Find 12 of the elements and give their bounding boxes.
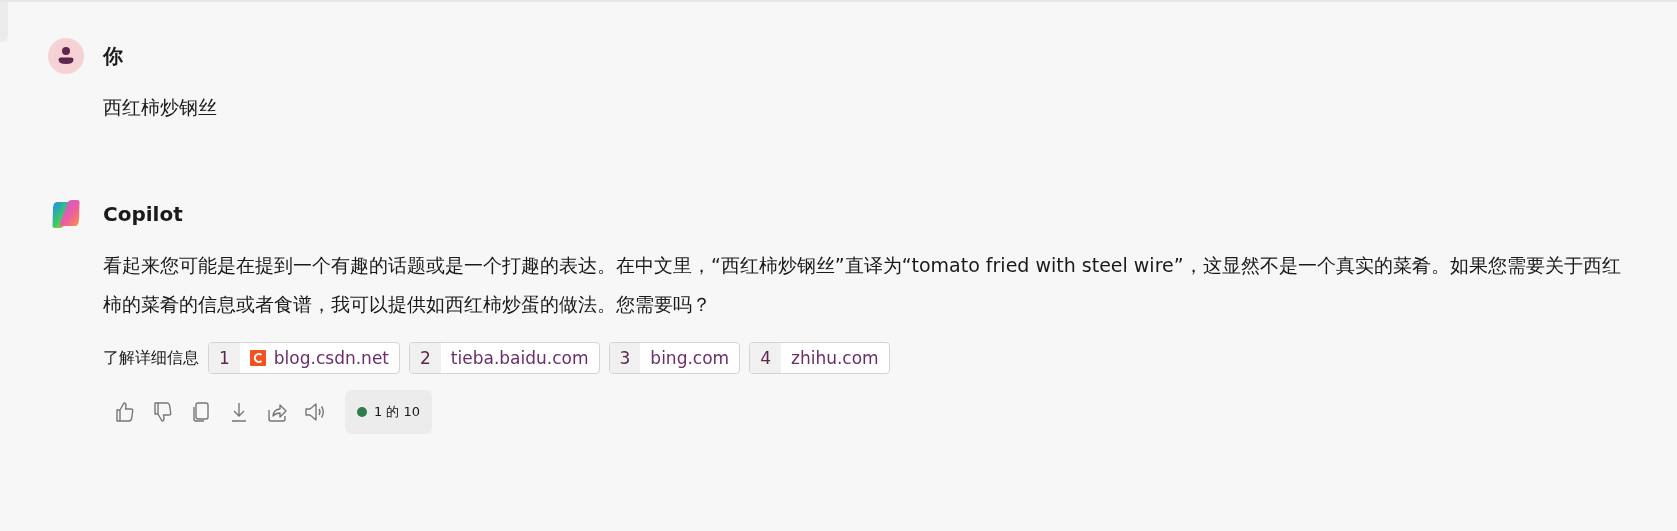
speaker-icon[interactable] bbox=[303, 400, 327, 424]
source-link[interactable]: 3 bing.com bbox=[608, 342, 741, 374]
response-counter[interactable]: 1 的 10 bbox=[345, 390, 433, 434]
message-text: 看起来您可能是在提到一个有趣的话题或是一个打趣的表达。在中文里，“西红柿炒钢丝”直译为“tomato fried with steel wire”，这显然不是一个真实的菜肴。如果您需要关于西红柿的菜肴的信息或者食谱，我可以提供如西红柿炒蛋的做法。您需要吗？ bbox=[103, 253, 1622, 317]
user-avatar-icon bbox=[48, 38, 84, 74]
sources-label: 了解详细信息 bbox=[103, 347, 199, 369]
message-text: 西红柿炒钢丝 bbox=[103, 95, 218, 120]
source-link[interactable]: 1 blog.csdn.net bbox=[208, 342, 400, 374]
author-name: Copilot bbox=[103, 202, 183, 226]
source-link[interactable]: 4 zhihu.com bbox=[749, 342, 890, 374]
author-name: 你 bbox=[103, 42, 123, 70]
source-link[interactable]: 2 tieba.baidu.com bbox=[409, 342, 600, 374]
